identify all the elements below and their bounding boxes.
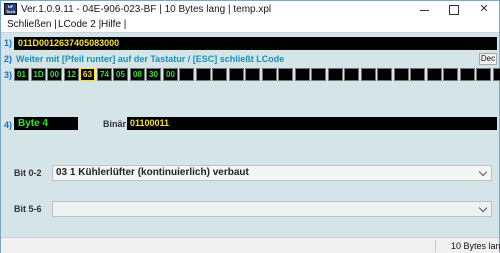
status-separator	[435, 240, 436, 252]
byte-cell[interactable]	[394, 68, 409, 81]
row-number-1: 1)	[4, 38, 13, 48]
row-number-4: 4)	[4, 120, 13, 130]
dec-button[interactable]: Dec	[479, 53, 497, 65]
bit-0-2-select[interactable]: 03 1 Kühlerlüfter (kontinuierlich) verba…	[52, 165, 492, 181]
byte-cell[interactable]: 05	[113, 68, 128, 81]
byte-cell[interactable]	[262, 68, 277, 81]
app-window: NF Tech Ver.1.0.9.11 - 04E-906-023-BF | …	[0, 0, 500, 253]
byte-cell[interactable]: 00	[163, 68, 178, 81]
byte-cell[interactable]	[212, 68, 227, 81]
status-byte-length: 10 Bytes lang	[451, 241, 500, 251]
bit-5-6-select[interactable]	[52, 201, 492, 217]
byte-cell[interactable]	[377, 68, 392, 81]
byte-cell[interactable]	[443, 68, 458, 81]
byte-cell[interactable]	[229, 68, 244, 81]
byte-cell[interactable]	[493, 68, 500, 81]
byte-cell[interactable]	[295, 68, 310, 81]
selected-byte-label: Byte 4	[14, 117, 78, 130]
binary-value-field[interactable]: 01100011	[127, 117, 497, 130]
byte-cell[interactable]: 1D	[31, 68, 46, 81]
lcode-field[interactable]: 011D0012637405083000	[14, 37, 497, 50]
menu-item-hilfe[interactable]: Hilfe |	[101, 19, 126, 30]
app-icon: NF Tech	[4, 3, 17, 15]
byte-cell[interactable]	[179, 68, 194, 81]
bit-0-2-value: 03 1 Kühlerlüfter (kontinuierlich) verba…	[56, 167, 249, 178]
menu-item-lcode2[interactable]: LCode 2 |	[58, 19, 101, 30]
minimize-button[interactable]	[411, 1, 439, 18]
byte-cell[interactable]	[344, 68, 359, 81]
title-bar[interactable]: NF Tech Ver.1.0.9.11 - 04E-906-023-BF | …	[1, 1, 499, 18]
navigation-hint: Weiter mit [Pfeil runter] auf der Tastat…	[16, 54, 285, 64]
byte-cell[interactable]: 63	[80, 68, 95, 81]
row-number-3: 3)	[4, 70, 13, 80]
byte-cell[interactable]: 12	[64, 68, 79, 81]
byte-cell[interactable]	[278, 68, 293, 81]
row-number-2: 2)	[4, 54, 13, 64]
window-title: Ver.1.0.9.11 - 04E-906-023-BF | 10 Bytes…	[21, 4, 272, 15]
menu-bar: Schließen | LCode 2 | Hilfe |	[1, 18, 499, 33]
status-bar: 10 Bytes lang	[1, 237, 500, 253]
byte-cell[interactable]: 08	[130, 68, 145, 81]
byte-cell[interactable]: 74	[97, 68, 112, 81]
menu-item-schliessen[interactable]: Schließen |	[7, 19, 57, 30]
chevron-down-icon	[478, 203, 488, 213]
chevron-down-icon	[478, 167, 488, 177]
byte-cell[interactable]	[460, 68, 475, 81]
byte-cell[interactable]	[328, 68, 343, 81]
byte-cell[interactable]	[427, 68, 442, 81]
close-button[interactable]: ✕	[469, 1, 499, 18]
byte-cell[interactable]: 30	[146, 68, 161, 81]
bit-5-6-label: Bit 5-6	[14, 204, 42, 214]
byte-cell[interactable]	[476, 68, 491, 81]
binary-label: Binär:	[103, 119, 130, 129]
byte-cell[interactable]	[311, 68, 326, 81]
byte-cell[interactable]: 00	[47, 68, 62, 81]
byte-cell[interactable]	[245, 68, 260, 81]
byte-cell[interactable]	[361, 68, 376, 81]
maximize-button[interactable]	[440, 1, 468, 18]
bit-0-2-label: Bit 0-2	[14, 168, 42, 178]
byte-cell[interactable]	[410, 68, 425, 81]
byte-cell[interactable]: 01	[14, 68, 29, 81]
byte-cell[interactable]	[196, 68, 211, 81]
